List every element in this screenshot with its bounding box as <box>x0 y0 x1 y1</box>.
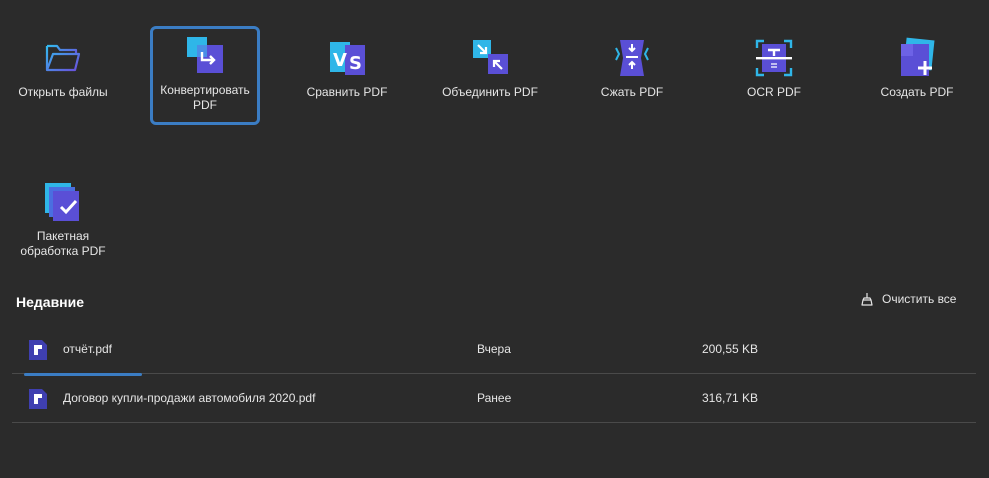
pdf-file-icon <box>29 340 47 360</box>
svg-text:V: V <box>333 50 347 71</box>
tool-merge-pdf[interactable]: Объединить PDF <box>435 28 545 124</box>
file-name: Договор купли-продажи автомобиля 2020.pd… <box>63 391 316 405</box>
tool-convert-pdf[interactable]: Конвертировать PDF <box>150 26 260 125</box>
table-row[interactable]: Договор купли-продажи автомобиля 2020.pd… <box>12 374 976 423</box>
svg-text:S: S <box>349 53 362 74</box>
file-size: 200,55 KB <box>702 342 759 356</box>
file-name: отчёт.pdf <box>63 342 113 356</box>
file-date: Вчера <box>477 342 511 356</box>
pdf-file-icon <box>29 389 47 409</box>
tool-label: Сравнить PDF <box>306 85 388 99</box>
tool-compare-pdf[interactable]: V S Сравнить PDF <box>292 28 402 124</box>
convert-pdf-icon <box>187 37 223 73</box>
compress-pdf-icon <box>615 40 649 76</box>
open-folder-icon <box>45 44 81 72</box>
table-row[interactable]: отчёт.pdf Вчера 200,55 KB <box>12 325 976 376</box>
tool-label: Сжать PDF <box>600 85 664 99</box>
tool-label: OCR PDF <box>747 85 801 99</box>
tool-label: Пакетная обработка PDF <box>20 229 106 258</box>
create-pdf-icon <box>901 37 935 76</box>
tool-batch-pdf[interactable]: Пакетная обработка PDF <box>8 172 118 272</box>
tool-label: Объединить PDF <box>442 85 538 99</box>
tool-ocr-pdf[interactable]: OCR PDF <box>719 28 829 124</box>
file-size: 316,71 KB <box>702 391 759 405</box>
compare-pdf-icon: V S <box>330 42 365 75</box>
ocr-pdf-icon <box>755 39 793 77</box>
tool-create-pdf[interactable]: Создать PDF <box>862 28 972 124</box>
tool-label: Создать PDF <box>880 85 954 99</box>
merge-pdf-icon <box>473 40 508 74</box>
tool-open-files[interactable]: Открыть файлы <box>8 28 118 124</box>
tool-label: Открыть файлы <box>18 85 108 99</box>
broom-icon <box>861 293 873 306</box>
tool-label: Конвертировать PDF <box>160 83 250 112</box>
recent-title: Недавние <box>16 294 85 310</box>
clear-all-button[interactable]: Очистить все <box>860 292 956 306</box>
file-date: Ранее <box>477 391 512 405</box>
batch-pdf-icon <box>45 183 79 221</box>
clear-all-label: Очистить все <box>882 292 957 306</box>
tool-compress-pdf[interactable]: Сжать PDF <box>577 28 687 124</box>
